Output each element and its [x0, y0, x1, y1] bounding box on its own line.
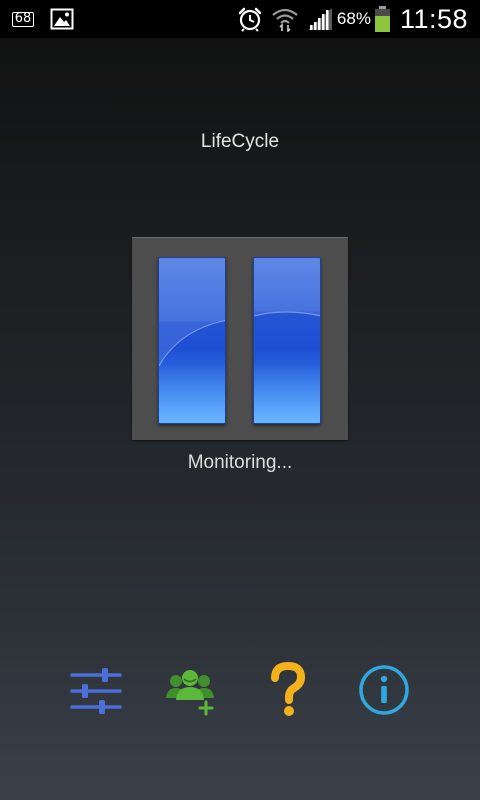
- image-icon: [50, 8, 74, 30]
- help-button[interactable]: [258, 660, 318, 720]
- notification-count-icon: 68: [10, 9, 36, 29]
- monitor-toggle-button[interactable]: [132, 237, 348, 440]
- status-bar-system: 68% 11:58: [229, 0, 468, 38]
- notification-count: 68: [14, 11, 32, 26]
- battery-percent: 68%: [336, 9, 371, 28]
- settings-button[interactable]: [66, 660, 126, 720]
- bottom-toolbar: [0, 660, 480, 720]
- app-title: LifeCycle: [200, 131, 280, 152]
- sliders-icon: [70, 668, 122, 714]
- battery-icon: [374, 6, 390, 32]
- clock: 11:58: [399, 3, 468, 34]
- pause-icon-right-bar: [253, 257, 321, 424]
- monitoring-status: Monitoring...: [187, 452, 293, 473]
- add-contacts-icon: [166, 670, 214, 716]
- help-question-icon: [271, 662, 305, 716]
- info-button[interactable]: [354, 660, 414, 720]
- alarm-icon: [238, 7, 262, 32]
- pause-icon-left-bar: [158, 257, 226, 424]
- add-contacts-button[interactable]: [162, 660, 222, 720]
- info-icon: [359, 665, 409, 715]
- status-bar-notifications: 68: [10, 0, 74, 38]
- signal-icon: [307, 8, 332, 30]
- wifi-icon: [272, 8, 298, 32]
- status-bar: 68 68% 11:58: [0, 0, 480, 38]
